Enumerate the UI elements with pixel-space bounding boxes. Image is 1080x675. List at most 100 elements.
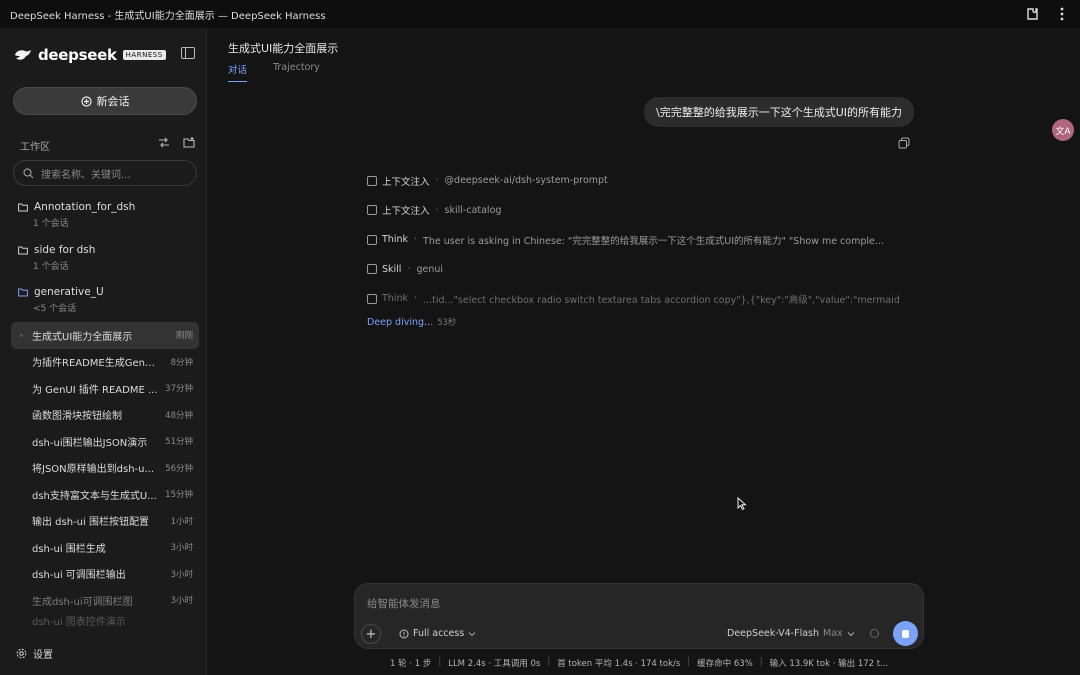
stop-button[interactable] (893, 621, 918, 646)
list-item[interactable]: 函数图滑块按钮绘制 48分钟 (11, 402, 199, 429)
list-item[interactable]: 为 GenUI 插件 README ... 37分钟 (11, 375, 199, 402)
folder-icon (18, 203, 28, 211)
folder-count: 1 个会话 (33, 262, 69, 272)
step-row[interactable]: Think · The user is asking in Chinese: "完… (367, 225, 915, 255)
document-icon (367, 175, 377, 186)
gear-icon (16, 648, 27, 659)
list-item[interactable]: 将JSON原样输出到dsh-u... 56分钟 (11, 455, 199, 482)
list-item[interactable]: 输出 dsh-ui 围栏按钮配置 1小时 (11, 508, 199, 535)
document-icon (367, 205, 377, 216)
deep-diving-status: Deep diving... 53秒 (367, 316, 915, 328)
chat-title: dsh-ui围栏输出JSON演示 (32, 437, 148, 449)
chat-title: 输出 dsh-ui 围栏按钮配置 (32, 517, 149, 529)
tab-trajectory[interactable]: Trajectory (273, 62, 320, 82)
list-item[interactable]: 为插件README生成GenUI... 8分钟 (11, 349, 199, 376)
step-row[interactable]: 上下文注入 · @deepseek-ai/dsh-system-prompt (367, 166, 915, 196)
step-detail: ...tid..."select checkbox radio switch t… (423, 294, 900, 306)
step-label: 上下文注入 (382, 206, 430, 218)
chat-time: 3小时 (170, 569, 193, 580)
chat-title: dsh-ui 围栏生成 (32, 543, 106, 555)
chevron-down-icon (468, 631, 476, 636)
main-panel: 生成式UI能力全面展示 对话 Trajectory \完完整整的给我展示一下这个… (208, 28, 1080, 675)
folder-generative[interactable]: generative_U <5 个会话 (18, 286, 198, 314)
list-item[interactable]: dsh支持富文本与生成式U... 15分钟 (11, 481, 199, 508)
chat-time: 56分钟 (165, 463, 193, 474)
mouse-cursor-icon (737, 497, 747, 511)
think-icon (367, 293, 377, 304)
brand-badge: HARNESS (122, 50, 166, 60)
more-icon[interactable] (1054, 6, 1070, 22)
copy-icon[interactable] (898, 137, 910, 149)
stop-icon (902, 629, 909, 638)
user-message: \完完整整的给我展示一下这个生成式UI的所有能力 (644, 97, 914, 127)
message-input[interactable]: 给智能体发消息 (367, 596, 441, 611)
new-folder-icon[interactable] (183, 137, 195, 148)
list-item[interactable]: dsh-ui 可调围栏输出 3小时 (11, 561, 199, 588)
step-label: Skill (382, 263, 402, 275)
stat-turns: 1 轮 · 1 步 (390, 659, 432, 669)
sidebar: deepseek HARNESS 新会话 工作区 搜索名称、关键词... Ann… (0, 28, 207, 675)
settings-button[interactable]: 设置 (16, 646, 53, 661)
step-row[interactable]: Think · ...tid..."select checkbox radio s… (367, 284, 915, 314)
list-item[interactable]: dsh-ui 图表控件演示 (11, 614, 199, 628)
search-input[interactable]: 搜索名称、关键词... (13, 160, 197, 186)
sidebar-toggle-icon[interactable] (181, 47, 195, 59)
deepseek-whale-icon (15, 50, 31, 60)
brand-name: deepseek (38, 46, 117, 64)
chat-title: 将JSON原样输出到dsh-u... (32, 464, 155, 476)
folder-name: generative_U (34, 286, 104, 298)
search-placeholder: 搜索名称、关键词... (41, 169, 131, 181)
chat-title: dsh-ui 可调围栏输出 (32, 570, 126, 582)
chat-time: 15分钟 (165, 490, 193, 501)
search-icon (23, 167, 34, 178)
step-row[interactable]: Skill · genui (367, 255, 915, 285)
chat-title: 生成式UI能力全面展示 (32, 331, 133, 343)
model-select[interactable]: DeepSeek-V4-Flash Max (727, 628, 855, 639)
title-bar: DeepSeek Harness - 生成式UI能力全面展示 — DeepSee… (0, 0, 1080, 28)
deep-diving-seconds: 53秒 (437, 317, 457, 328)
folder-open-icon (18, 288, 28, 296)
model-tier: Max (823, 628, 843, 639)
chat-time: 48分钟 (165, 410, 193, 421)
translate-icon[interactable]: 文A (1052, 119, 1074, 141)
folder-side[interactable]: side for dsh 1 个会话 (18, 244, 198, 272)
add-attachment-button[interactable]: + (361, 624, 381, 644)
chat-time: 3小时 (170, 596, 193, 607)
usage-stats: 1 轮 · 1 步 | LLM 2.4s · 工具调用 0s | 首 token 平… (390, 657, 889, 669)
page-title: 生成式UI能力全面展示 (228, 42, 339, 55)
window-title: DeepSeek Harness - 生成式UI能力全面展示 — DeepSee… (10, 10, 326, 22)
stat-cache: 缓存命中 63% (697, 659, 753, 669)
chat-title: 为插件README生成GenUI... (32, 358, 160, 370)
folder-name: side for dsh (34, 244, 96, 256)
chat-title: 生成dsh-ui可调围栏图 (32, 596, 133, 608)
extension-icon[interactable] (1024, 6, 1040, 22)
list-item[interactable]: dsh-ui围栏输出JSON演示 51分钟 (11, 428, 199, 455)
skill-icon (367, 264, 377, 275)
step-label: 上下文注入 (382, 176, 430, 188)
chat-title: dsh支持富文本与生成式U... (32, 490, 157, 502)
deep-diving-label: Deep diving... (367, 316, 434, 328)
access-mode-select[interactable]: Full access (399, 628, 476, 639)
chat-title: 函数图滑块按钮绘制 (32, 411, 122, 423)
list-item[interactable]: dsh-ui 围栏生成 3小时 (11, 534, 199, 561)
list-item[interactable]: 生成dsh-ui可调围栏图 3小时 (11, 587, 199, 614)
new-chat-icon (80, 95, 92, 107)
folder-icon (18, 246, 28, 254)
chat-time: 1小时 (170, 516, 193, 527)
tab-bar: 对话 Trajectory (228, 62, 320, 82)
composer: 给智能体发消息 + Full access DeepSeek-V4-Flash … (354, 583, 924, 649)
sort-icon[interactable] (158, 137, 170, 148)
stat-latency: LLM 2.4s · 工具调用 0s (448, 659, 541, 669)
step-detail: The user is asking in Chinese: "完完整整的给我展… (423, 235, 884, 247)
new-chat-button[interactable]: 新会话 (13, 87, 197, 115)
folder-annotation[interactable]: Annotation_for_dsh 1 个会话 (18, 201, 198, 229)
step-row[interactable]: 上下文注入 · skill-catalog (367, 196, 915, 226)
chat-time: 3小时 (170, 543, 193, 554)
folder-name: Annotation_for_dsh (34, 201, 136, 213)
list-item[interactable]: 生成式UI能力全面展示 刚刚 (11, 322, 199, 349)
model-name: DeepSeek-V4-Flash (727, 628, 819, 639)
workspace-label: 工作区 (20, 142, 50, 153)
think-icon (367, 234, 377, 245)
tab-chat[interactable]: 对话 (228, 62, 248, 82)
chat-title: 为 GenUI 插件 README ... (32, 384, 158, 396)
